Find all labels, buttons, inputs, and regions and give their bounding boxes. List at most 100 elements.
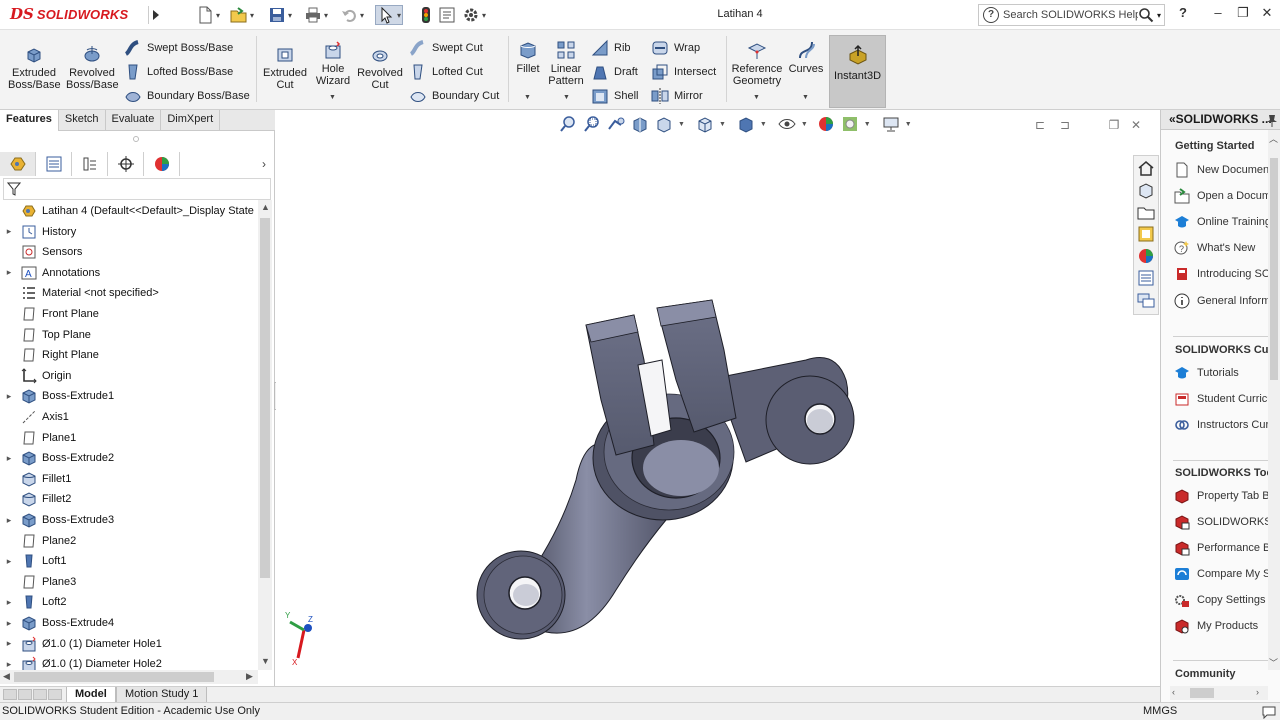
extruded-boss-button[interactable]: Extruded Boss/Base [8,44,61,91]
tp-item-tutorials[interactable]: Tutorials [1173,362,1239,384]
property-manager-tab[interactable] [36,152,72,176]
tp-item-compare-my-score[interactable]: Compare My Score [1173,563,1280,585]
task-pane-header[interactable]: «SOLIDWORKS ... [1161,110,1280,130]
tree-node[interactable]: ▸ Boss-Extrude3 [0,510,258,530]
tab-sketch[interactable]: Sketch [59,110,106,131]
filter-icon[interactable] [7,182,21,196]
tp-item-property-tab-builder[interactable]: Property Tab Builder [1173,485,1280,507]
task-pane-scroll-thumb[interactable] [1270,158,1278,380]
tp-item-student-curriculum[interactable]: Student Curriculum [1173,388,1280,410]
tree-hscroll-thumb[interactable] [14,672,214,682]
tree-node[interactable]: Top Plane [0,325,258,345]
restore-button[interactable]: ❐ [1232,5,1254,25]
shell-button[interactable]: Shell [591,87,638,105]
dropdown-caret[interactable]: ▼ [905,121,912,128]
tree-node[interactable]: ▸ History [0,222,258,242]
tab-dimxpert[interactable]: DimXpert [161,110,221,131]
tree-node[interactable]: Origin [0,366,258,386]
tree-node[interactable]: Material <not specified> [0,283,258,303]
task-pane-hscroll-thumb[interactable] [1190,688,1214,698]
apply-scene-button[interactable] [840,114,860,134]
tree-node[interactable]: ▸ Boss-Extrude2 [0,448,258,468]
file-explorer-tab[interactable] [1136,202,1156,222]
task-pane-vertical-scrollbar[interactable]: ︿ ﹀ [1268,130,1280,670]
intersect-button[interactable]: Intersect [651,63,716,81]
tp-item-solidworks-rx[interactable]: SOLIDWORKS Rx [1173,511,1280,533]
solidworks-resources-tab[interactable] [1136,158,1156,178]
tp-item-general-information[interactable]: General Information [1173,290,1280,312]
expand-arrow-icon[interactable]: ▸ [4,226,14,237]
file-properties-button[interactable] [438,5,456,25]
expand-arrow-icon[interactable]: ▸ [4,638,14,649]
scroll-right-arrow[interactable]: ▶ [246,671,253,682]
section-community[interactable]: Community [1175,668,1236,680]
linear-pattern-dropdown[interactable]: ▼ [563,94,570,101]
tree-node[interactable]: Right Plane [0,345,258,365]
section-solidworks-curriculum[interactable]: SOLIDWORKS Curriculum [1175,344,1280,356]
tree-node[interactable]: Front Plane [0,304,258,324]
minimize-button[interactable]: – [1207,5,1229,25]
linear-pattern-button[interactable]: Linear Pattern [546,40,586,87]
help-search-box[interactable]: ? Search SOLIDWORKS Help ▾ [978,4,1165,26]
undo-button[interactable]: ▾ [340,5,364,25]
pin-icon[interactable] [1265,113,1279,127]
tree-node[interactable]: Plane2 [0,531,258,551]
mirror-button[interactable]: Mirror [651,87,703,105]
select-button[interactable]: ▾ [375,5,404,25]
tp-item-online-training[interactable]: Online Training [1173,211,1271,233]
instant3d-button[interactable]: Instant3D [829,35,886,108]
graphics-area[interactable]: ▼ ▼ ▼ ▼ ▼ ▼ ⊏ ⊐ ❐ ✕ Y Z X [276,110,1158,686]
view-settings-button[interactable] [881,114,901,134]
panel-splitter-handle[interactable] [133,136,139,142]
hole-wizard-dropdown[interactable]: ▼ [329,94,336,101]
dropdown-caret[interactable]: ▼ [864,121,871,128]
dropdown-caret[interactable]: ▼ [760,121,767,128]
dropdown-caret[interactable]: ▼ [719,121,726,128]
appearances-tab[interactable] [1136,246,1156,266]
reference-geometry-dropdown[interactable]: ▼ [753,94,760,101]
tp-item-instructors-curriculum[interactable]: Instructors Curriculum [1173,414,1280,436]
tree-filter-row[interactable] [3,178,271,200]
unit-system-selector[interactable]: MMGS [1143,705,1177,717]
tree-node[interactable]: ▸ Ø1.0 (1) Diameter Hole1 [0,634,258,654]
tree-scroll-thumb[interactable] [260,218,270,578]
hide-show-items-button[interactable] [777,114,797,134]
tab-motion-study-1[interactable]: Motion Study 1 [116,687,208,703]
save-button[interactable]: ▾ [268,5,292,25]
tree-horizontal-scrollbar[interactable]: ◀ ▶ [0,670,258,684]
expand-arrow-icon[interactable]: ▸ [4,267,14,278]
task-pane-horizontal-scrollbar[interactable]: ‹ › [1170,686,1268,700]
previous-view-button[interactable] [606,114,626,134]
manager-tabs-scroll-right[interactable]: › [262,157,266,171]
revolved-cut-button[interactable]: Revolved Cut [356,44,404,91]
hole-wizard-button[interactable]: Hole Wizard [312,40,354,87]
close-button[interactable]: ✕ [1256,5,1278,25]
curves-button[interactable]: Curves [788,40,824,75]
scroll-down-arrow[interactable]: ▼ [261,656,270,666]
dimxpert-manager-tab[interactable] [108,152,144,176]
rib-button[interactable]: Rib [591,39,631,57]
new-document-button[interactable]: ▾ [196,5,220,25]
tab-evaluate[interactable]: Evaluate [106,110,162,131]
expand-arrow-icon[interactable]: ▸ [4,515,14,526]
tree-node[interactable]: ▸ Loft1 [0,551,258,571]
menu-expand-arrow[interactable] [148,6,162,24]
forum-tab[interactable] [1136,290,1156,310]
curves-dropdown[interactable]: ▼ [802,94,809,101]
display-manager-tab[interactable] [144,152,180,176]
expand-arrow-icon[interactable]: ▸ [4,391,14,402]
boundary-boss-button[interactable]: Boundary Boss/Base [124,87,250,105]
section-getting-started[interactable]: Getting Started [1175,140,1254,152]
tree-node[interactable]: Plane3 [0,572,258,592]
options-button[interactable]: ▾ [462,5,486,25]
tree-node[interactable]: ▸ Ø1.0 (1) Diameter Hole2 [0,654,258,670]
wrap-button[interactable]: Wrap [651,39,700,57]
tab-model[interactable]: Model [66,687,116,703]
search-icon[interactable] [1138,7,1154,23]
design-library-tab[interactable] [1136,180,1156,200]
viewport-close-button[interactable]: ✕ [1128,118,1144,132]
lofted-cut-button[interactable]: Lofted Cut [409,63,483,81]
tree-node[interactable]: ▸ Loft2 [0,592,258,612]
section-view-button[interactable] [630,114,650,134]
draft-button[interactable]: Draft [591,63,638,81]
